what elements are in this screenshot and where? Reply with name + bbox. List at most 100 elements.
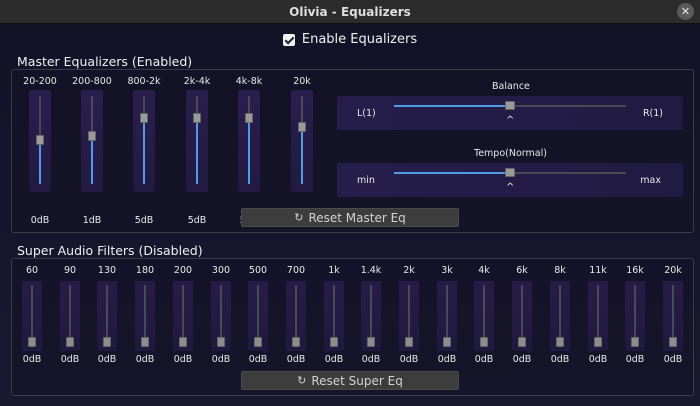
slider-handle[interactable]: [518, 337, 526, 347]
window-titlebar: Olivia - Equalizers ✕: [0, 0, 700, 24]
super-band-label: 1k: [328, 265, 340, 276]
slider-handle[interactable]: [254, 337, 262, 347]
super-band-slider[interactable]: [625, 281, 645, 351]
super-band-slider[interactable]: [663, 281, 683, 351]
slider-handle[interactable]: [556, 337, 564, 347]
super-band-label: 300: [211, 265, 231, 276]
super-band-slider[interactable]: [248, 281, 268, 351]
window-title: Olivia - Equalizers: [289, 4, 411, 19]
super-band-value: 0dB: [248, 354, 268, 365]
master-band-value: 5dB: [134, 215, 154, 226]
super-band-label: 3k: [441, 265, 453, 276]
tempo-caret: ^: [506, 182, 515, 193]
super-band-slider[interactable]: [97, 281, 117, 351]
slider-handle[interactable]: [36, 135, 44, 145]
super-band-label: 200: [173, 265, 193, 276]
super-band-label: 700: [286, 265, 306, 276]
super-band-slider[interactable]: [361, 281, 381, 351]
slider-handle[interactable]: [103, 337, 111, 347]
slider-fill: [394, 105, 510, 107]
super-band-slider[interactable]: [60, 281, 80, 351]
slider-handle[interactable]: [330, 337, 338, 347]
super-band-value: 0dB: [550, 354, 570, 365]
super-band-value: 0dB: [512, 354, 532, 365]
slider-handle[interactable]: [298, 121, 306, 132]
slider-handle[interactable]: [217, 337, 225, 347]
master-band-label: 20-200: [23, 76, 57, 87]
slider-handle[interactable]: [179, 337, 187, 347]
slider-handle[interactable]: [480, 337, 488, 347]
slider-fill: [143, 118, 145, 184]
slider-handle[interactable]: [594, 337, 602, 347]
master-equalizers-title: Master Equalizers (Enabled): [17, 54, 193, 69]
slider-handle[interactable]: [367, 337, 375, 347]
super-band-slider[interactable]: [22, 281, 42, 351]
slider-groove: [370, 285, 372, 345]
slider-fill: [248, 118, 250, 184]
super-band-value: 0dB: [211, 354, 231, 365]
super-band-slider[interactable]: [324, 281, 344, 351]
master-band-label: 20k: [293, 76, 311, 87]
super-band-slider[interactable]: [286, 281, 306, 351]
close-button[interactable]: ✕: [677, 3, 694, 20]
super-band-value: 0dB: [399, 354, 419, 365]
super-band-value: 0dB: [135, 354, 155, 365]
reset-super-eq-label: Reset Super Eq: [311, 373, 403, 388]
slider-handle[interactable]: [292, 337, 300, 347]
reset-master-eq-button[interactable]: ↻ Reset Master Eq: [241, 208, 459, 227]
slider-groove: [182, 285, 184, 345]
slider-handle[interactable]: [245, 113, 253, 123]
slider-handle[interactable]: [505, 101, 515, 110]
master-band-label: 4k-8k: [235, 76, 263, 87]
super-band-value: 0dB: [22, 354, 42, 365]
slider-handle[interactable]: [28, 337, 36, 347]
super-band-slider[interactable]: [211, 281, 231, 351]
tempo-min-label: min: [357, 175, 375, 186]
slider-groove: [483, 285, 485, 345]
super-band-label: 500: [248, 265, 268, 276]
slider-handle[interactable]: [669, 337, 677, 347]
slider-fill: [39, 140, 41, 184]
super-band-slider[interactable]: [474, 281, 494, 351]
master-band-slider[interactable]: [29, 90, 51, 192]
super-band-label: 130: [97, 265, 117, 276]
super-band-slider[interactable]: [550, 281, 570, 351]
slider-groove: [69, 285, 71, 345]
slider-handle[interactable]: [631, 337, 639, 347]
super-audio-filters-title: Super Audio Filters (Disabled): [17, 243, 203, 258]
super-band-slider[interactable]: [588, 281, 608, 351]
slider-handle[interactable]: [505, 168, 515, 177]
enable-equalizers-label[interactable]: Enable Equalizers: [302, 32, 417, 47]
super-band-slider[interactable]: [173, 281, 193, 351]
master-band-value: 1dB: [82, 215, 102, 226]
slider-handle[interactable]: [141, 337, 149, 347]
super-band-label: 60: [25, 265, 39, 276]
slider-groove: [333, 285, 335, 345]
slider-handle[interactable]: [443, 337, 451, 347]
master-band-slider[interactable]: [133, 90, 155, 192]
slider-handle[interactable]: [88, 130, 96, 141]
master-band-slider[interactable]: [186, 90, 208, 192]
slider-handle[interactable]: [140, 113, 148, 123]
slider-handle[interactable]: [193, 113, 201, 123]
slider-handle[interactable]: [66, 337, 74, 347]
reset-super-eq-button[interactable]: ↻ Reset Super Eq: [241, 371, 459, 390]
super-band-slider[interactable]: [512, 281, 532, 351]
super-band-slider[interactable]: [399, 281, 419, 351]
super-band-value: 0dB: [286, 354, 306, 365]
super-band-label: 8k: [554, 265, 566, 276]
master-band-label: 200-800: [72, 76, 112, 87]
super-band-label: 20k: [664, 265, 682, 276]
master-band-value: 5dB: [187, 215, 207, 226]
enable-row: Enable Equalizers: [0, 32, 700, 47]
slider-groove: [106, 285, 108, 345]
master-band-slider[interactable]: [81, 90, 103, 192]
main-content: Enable Equalizers Master Equalizers (Ena…: [0, 24, 700, 406]
slider-handle[interactable]: [405, 337, 413, 347]
master-band-slider[interactable]: [291, 90, 313, 192]
super-band-slider[interactable]: [437, 281, 457, 351]
super-band-slider[interactable]: [135, 281, 155, 351]
master-band-slider[interactable]: [238, 90, 260, 192]
super-band-label: 4k: [478, 265, 490, 276]
enable-equalizers-checkbox[interactable]: [282, 33, 295, 46]
